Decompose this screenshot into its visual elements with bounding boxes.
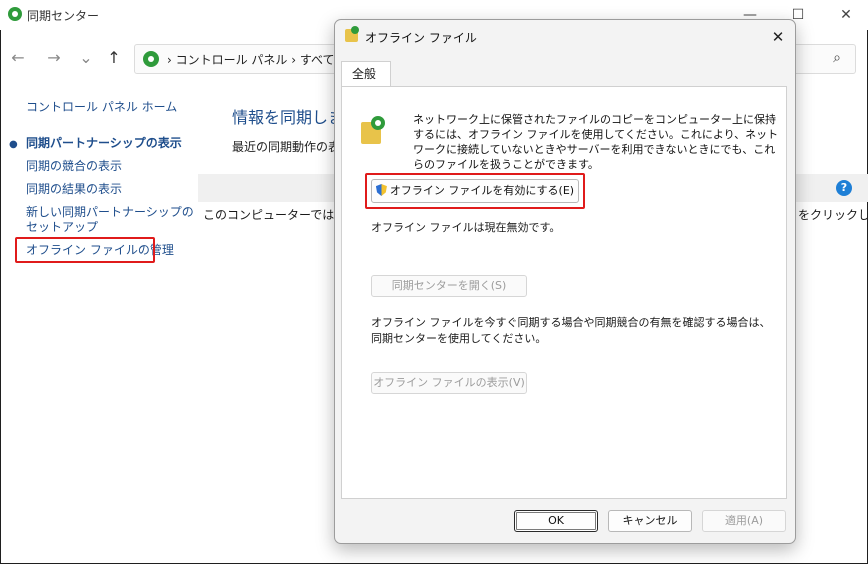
page-description: 最近の同期動作の表 [232,140,341,154]
breadcrumb[interactable]: › コントロール パネル › すべてのコ [167,51,359,68]
view-sync-results-link[interactable]: 同期の結果の表示 [26,182,122,197]
sync-center-note: オフライン ファイルを今すぐ同期する場合や同期競合の有無を確認する場合は、同期セ… [371,316,771,345]
offline-files-icon [345,26,359,42]
dialog-title: オフライン ファイル [365,31,477,45]
view-sync-conflicts-link[interactable]: 同期の競合の表示 [26,159,122,174]
offline-files-dialog: オフライン ファイル ✕ 全般 ネットワーク上に保管されたファイルのコピーをコン… [334,19,796,544]
open-sync-center-button[interactable]: 同期センターを開く(S) [371,275,527,297]
sync-center-icon [8,7,22,21]
search-icon[interactable]: ⌕ [833,50,841,66]
tab-general[interactable]: 全般 [341,61,391,87]
cancel-button[interactable]: キャンセル [608,510,692,532]
back-arrow-icon[interactable]: ← [6,46,30,70]
intro-text: ネットワーク上に保管されたファイルのコピーをコンピューター上に保持するには、オフ… [413,113,779,171]
highlight-enable-button [365,173,585,209]
recent-dropdown-icon[interactable]: ⌄ [74,46,98,70]
list-message-tail: をクリックしてく [798,208,868,222]
view-sync-partnerships-link[interactable]: 同期パートナーシップの表示 [26,136,182,151]
offline-status-text: オフライン ファイルは現在無効です。 [371,221,561,234]
control-panel-icon [143,51,159,67]
window-title: 同期センター [27,9,100,23]
up-arrow-icon[interactable]: ↑ [102,46,126,70]
control-panel-home-link[interactable]: コントロール パネル ホーム [26,98,177,115]
dialog-title-bar: オフライン ファイル ✕ [335,20,795,54]
close-button[interactable]: ✕ [826,3,866,27]
apply-button[interactable]: 適用(A) [702,510,786,532]
dialog-close-icon[interactable]: ✕ [767,26,789,48]
page-title: 情報を同期しま [232,108,345,127]
current-item-bullet: ● [9,139,18,150]
setup-new-partnership-link[interactable]: 新しい同期パートナーシップのセットアップ [26,205,194,235]
highlight-manage-offline-files [15,237,155,263]
help-icon[interactable]: ? [836,180,852,196]
view-offline-files-button[interactable]: オフライン ファイルの表示(V) [371,372,527,394]
ok-button[interactable]: OK [514,510,598,532]
offline-folder-icon [361,116,385,144]
forward-arrow-icon[interactable]: → [42,46,66,70]
